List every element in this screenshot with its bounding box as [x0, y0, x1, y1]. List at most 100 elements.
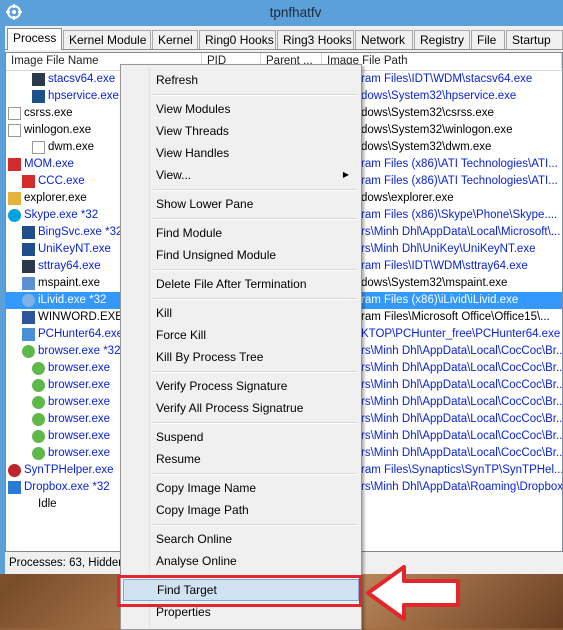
menu-item-kill[interactable]: Kill [123, 302, 359, 324]
menu-item-delete-file-after-termination[interactable]: Delete File After Termination [123, 273, 359, 295]
menu-item-analyse-online[interactable]: Analyse Online [123, 550, 359, 572]
generic-exe-icon [8, 124, 21, 137]
process-name: browser.exe [48, 447, 111, 459]
process-path: ram Files\Synaptics\SynTP\SynTPHel... [361, 464, 563, 476]
process-path: KTOP\PCHunter_free\PCHunter64.exe [361, 328, 561, 340]
menu-item-view-handles[interactable]: View Handles [123, 142, 359, 164]
process-name: browser.exe [48, 362, 111, 374]
process-name: WINWORD.EXE [38, 311, 123, 323]
ati-icon [8, 158, 21, 171]
process-path: ram Files\IDT\WDM\stacsv64.exe [361, 73, 533, 85]
process-name: Dropbox.exe *32 [24, 481, 110, 493]
coccoc-icon [22, 345, 35, 358]
menu-item-resume[interactable]: Resume [123, 448, 359, 470]
menu-item-view-modules[interactable]: View Modules [123, 98, 359, 120]
menu-item-label: View Modules [156, 102, 231, 116]
menu-separator [153, 94, 357, 96]
menu-separator [153, 189, 357, 191]
process-name: BingSvc.exe *32 [38, 226, 123, 238]
process-path: rs\Minh Dhl\AppData\Local\CocCoc\Br... [361, 430, 563, 442]
menu-item-refresh[interactable]: Refresh [123, 69, 359, 91]
process-name: PCHunter64.exe [38, 328, 124, 340]
menu-item-view[interactable]: View... ▶ [123, 164, 359, 186]
process-name: browser.exe [48, 396, 111, 408]
menu-item-label: Search Online [156, 532, 233, 546]
tab-ring0-hooks[interactable]: Ring0 Hooks [199, 30, 276, 49]
menu-item-label: Analyse Online [156, 554, 237, 568]
find-target-highlight [117, 575, 362, 607]
process-name: browser.exe [48, 430, 111, 442]
menu-item-force-kill[interactable]: Force Kill [123, 324, 359, 346]
process-name: hpservice.exe [48, 90, 119, 102]
submenu-arrow-icon: ▶ [342, 170, 349, 179]
menu-separator [153, 218, 357, 220]
window-title: tpnfhatfv [269, 5, 322, 20]
ilivid-icon [22, 294, 35, 307]
folder-icon [8, 192, 21, 205]
menu-separator [153, 269, 357, 271]
menu-item-view-threads[interactable]: View Threads [123, 120, 359, 142]
process-path: dows\System32\dwm.exe [361, 141, 492, 153]
menu-item-copy-image-path[interactable]: Copy Image Path [123, 499, 359, 521]
tab-bar: Process Kernel Module Kernel Ring0 Hooks… [5, 28, 563, 50]
menu-item-label: Copy Image Path [156, 503, 249, 517]
tab-startup[interactable]: Startup [506, 30, 563, 49]
process-name: csrss.exe [24, 107, 73, 119]
menu-separator [153, 524, 357, 526]
menu-item-find-module[interactable]: Find Module [123, 222, 359, 244]
dropbox-icon [8, 481, 21, 494]
menu-item-label: Force Kill [156, 328, 207, 342]
tab-process[interactable]: Process [7, 28, 62, 50]
process-name: Skype.exe *32 [24, 209, 99, 221]
coccoc-icon [32, 396, 45, 409]
app-window-icon [32, 90, 45, 103]
menu-item-show-lower-pane[interactable]: Show Lower Pane [123, 193, 359, 215]
process-path: ram Files (x86)\Skype\Phone\Skype.... [361, 209, 558, 221]
menu-item-label: Verify Process Signature [156, 379, 288, 393]
tab-kernel-module[interactable]: Kernel Module [63, 30, 151, 49]
menu-separator [153, 473, 357, 475]
process-path: ram Files\IDT\WDM\sttray64.exe [361, 260, 528, 272]
process-path: ram Files (x86)\iLivid\iLivid.exe [361, 294, 519, 306]
coccoc-icon [32, 413, 45, 426]
process-path: ram Files\Microsoft Office\Office15\... [361, 311, 550, 323]
menu-item-find-unsigned-module[interactable]: Find Unsigned Module [123, 244, 359, 266]
tab-kernel[interactable]: Kernel [152, 30, 198, 49]
menu-item-verify-process-signature[interactable]: Verify Process Signature [123, 375, 359, 397]
generic-exe-icon [8, 107, 21, 120]
tab-network[interactable]: Network [355, 30, 413, 49]
process-path: ram Files (x86)\ATI Technologies\ATI... [361, 175, 558, 187]
tab-registry[interactable]: Registry [414, 30, 470, 49]
synaptics-icon [8, 464, 21, 477]
red-arrow-icon [366, 565, 460, 621]
title-bar[interactable]: tpnfhatfv [0, 0, 563, 26]
process-name: Idle [38, 498, 57, 510]
process-path: dows\System32\hpservice.exe [361, 90, 517, 102]
menu-item-label: Resume [156, 452, 201, 466]
menu-item-verify-all-process-signatrue[interactable]: Verify All Process Signatrue [123, 397, 359, 419]
process-name: browser.exe [48, 379, 111, 391]
menu-item-suspend[interactable]: Suspend [123, 426, 359, 448]
menu-separator [153, 422, 357, 424]
menu-item-label: View... [156, 168, 192, 182]
process-path: dows\System32\winlogon.exe [361, 124, 513, 136]
menu-item-label: Find Module [156, 226, 223, 240]
menu-item-label: View Handles [156, 146, 230, 160]
menu-item-kill-by-process-tree[interactable]: Kill By Process Tree [123, 346, 359, 368]
menu-item-label: Find Unsigned Module [156, 248, 277, 262]
tab-file[interactable]: File [471, 30, 505, 49]
menu-item-copy-image-name[interactable]: Copy Image Name [123, 477, 359, 499]
menu-item-search-online[interactable]: Search Online [123, 528, 359, 550]
app-window-icon [22, 226, 35, 239]
process-name: sttray64.exe [38, 260, 101, 272]
process-name: iLivid.exe *32 [38, 294, 107, 306]
tab-ring3-hooks[interactable]: Ring3 Hooks [277, 30, 354, 49]
app-window-icon [22, 243, 35, 256]
menu-item-label: Kill By Process Tree [156, 350, 264, 364]
coccoc-icon [32, 362, 45, 375]
menu-separator [153, 371, 357, 373]
coccoc-icon [32, 430, 45, 443]
process-name: CCC.exe [38, 175, 85, 187]
process-path: rs\Minh Dhl\AppData\Local\CocCoc\Br... [361, 379, 563, 391]
menu-item-label: Refresh [156, 73, 199, 87]
